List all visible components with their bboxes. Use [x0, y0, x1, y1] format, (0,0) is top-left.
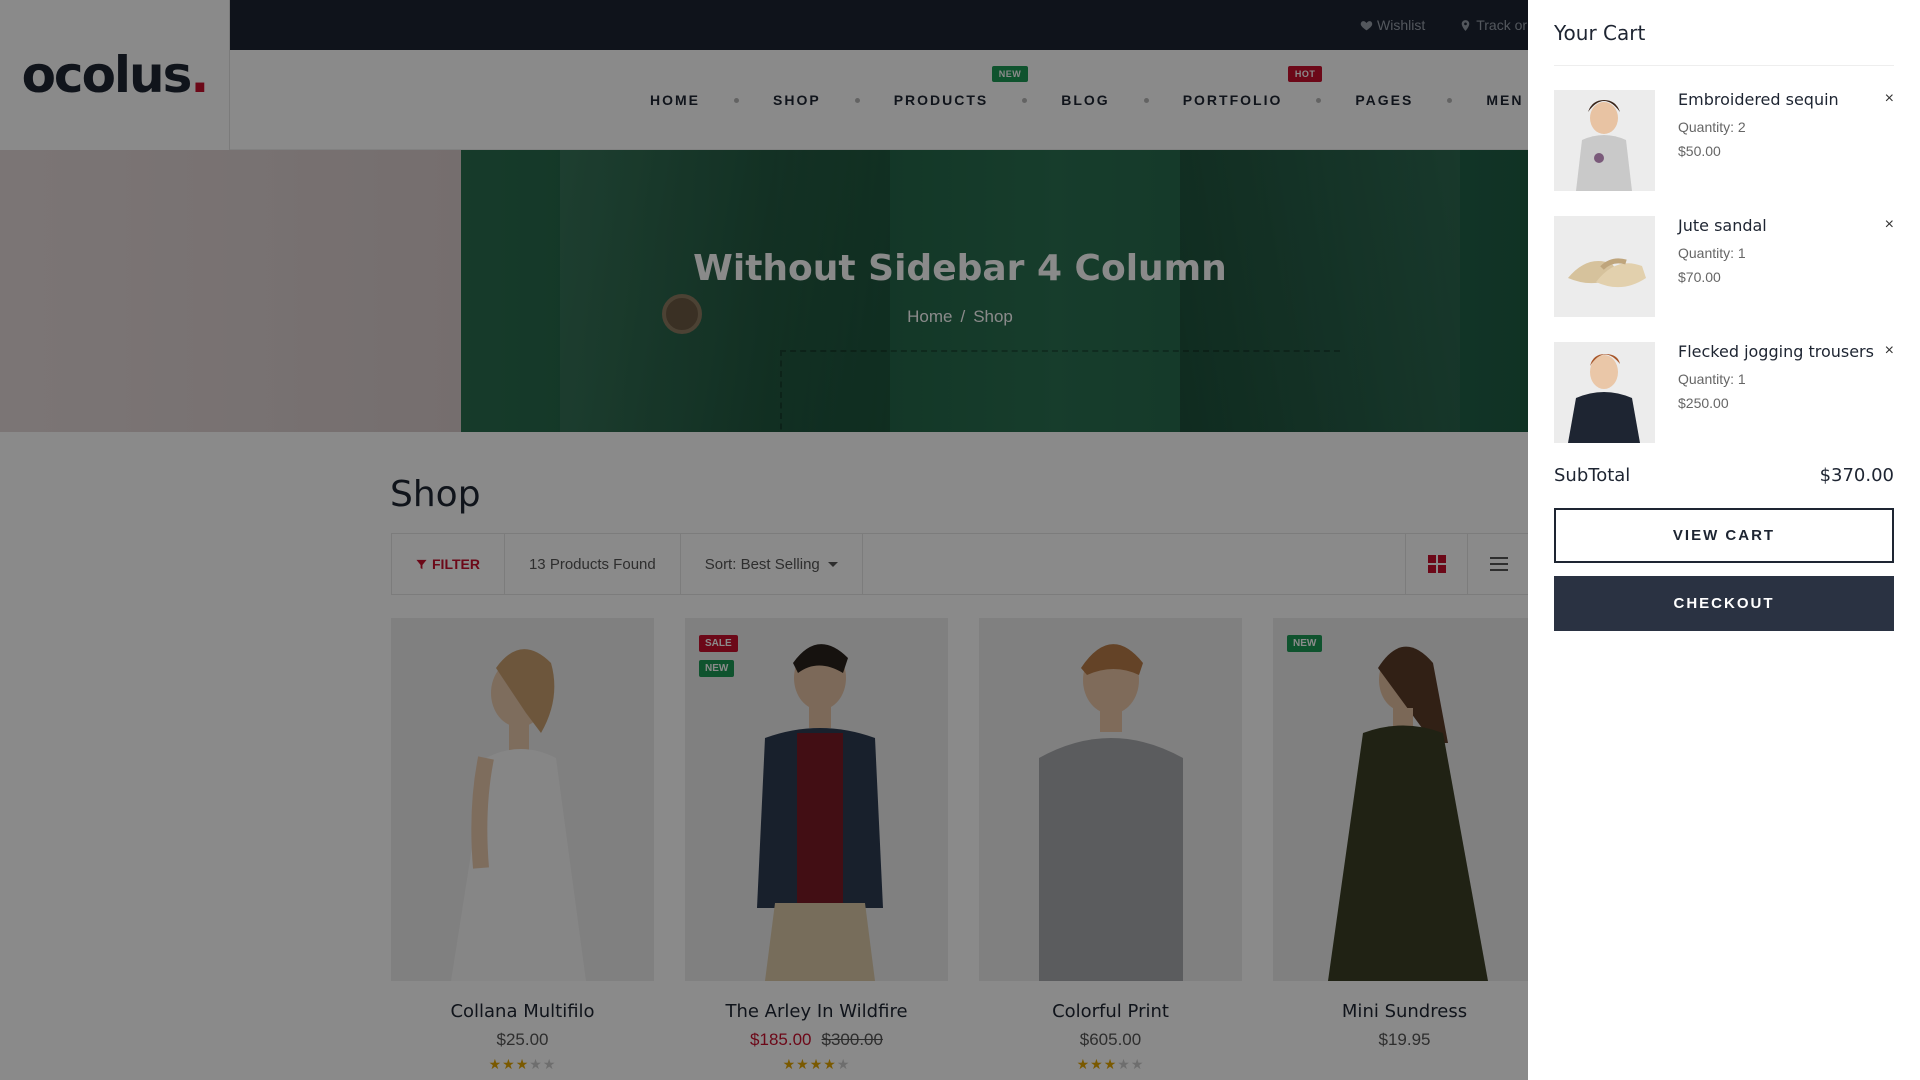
remove-item-icon[interactable]: × — [1885, 342, 1894, 360]
cart-subtotal: SubTotal $370.00 — [1554, 465, 1894, 486]
cart-item-info: Embroidered sequin Quantity: 2 $50.00 — [1678, 90, 1839, 191]
cart-backdrop-overlay[interactable] — [0, 0, 1528, 1080]
remove-item-icon[interactable]: × — [1885, 90, 1894, 108]
cart-item-info: Flecked jogging trousers Quantity: 1 $25… — [1678, 342, 1874, 443]
cart-item: Flecked jogging trousers Quantity: 1 $25… — [1554, 342, 1894, 443]
sandal-thumbnail — [1568, 258, 1646, 288]
remove-item-icon[interactable]: × — [1885, 216, 1894, 234]
cart-item-info: Jute sandal Quantity: 1 $70.00 — [1678, 216, 1767, 317]
cart-item-name[interactable]: Jute sandal — [1678, 216, 1767, 235]
cart-item-quantity: Quantity: 2 — [1678, 119, 1746, 135]
view-cart-button[interactable]: VIEW CART — [1554, 508, 1894, 563]
cart-item: Jute sandal Quantity: 1 $70.00 × — [1554, 216, 1894, 317]
cart-item-price: $250.00 — [1678, 395, 1729, 411]
cart-item-image[interactable] — [1554, 90, 1655, 191]
cart-item-image[interactable] — [1554, 216, 1655, 317]
boy-tshirt-thumbnail — [1568, 354, 1640, 443]
cart-item-quantity: Quantity: 1 — [1678, 245, 1746, 261]
cart-title: Your Cart — [1554, 21, 1894, 66]
cart-item-name[interactable]: Embroidered sequin — [1678, 90, 1839, 109]
cart-item-price: $50.00 — [1678, 143, 1721, 159]
subtotal-value: $370.00 — [1819, 465, 1894, 486]
cart-drawer: Your Cart Embroidered sequin Quantity: 2… — [1528, 0, 1920, 1080]
girl-tshirt-thumbnail — [1576, 100, 1632, 191]
cart-item-quantity: Quantity: 1 — [1678, 371, 1746, 387]
cart-item-price: $70.00 — [1678, 269, 1721, 285]
cart-item-name[interactable]: Flecked jogging trousers — [1678, 342, 1874, 361]
cart-item-image[interactable] — [1554, 342, 1655, 443]
cart-item: Embroidered sequin Quantity: 2 $50.00 × — [1554, 90, 1894, 191]
subtotal-label: SubTotal — [1554, 465, 1631, 486]
checkout-button[interactable]: CHECKOUT — [1554, 576, 1894, 631]
